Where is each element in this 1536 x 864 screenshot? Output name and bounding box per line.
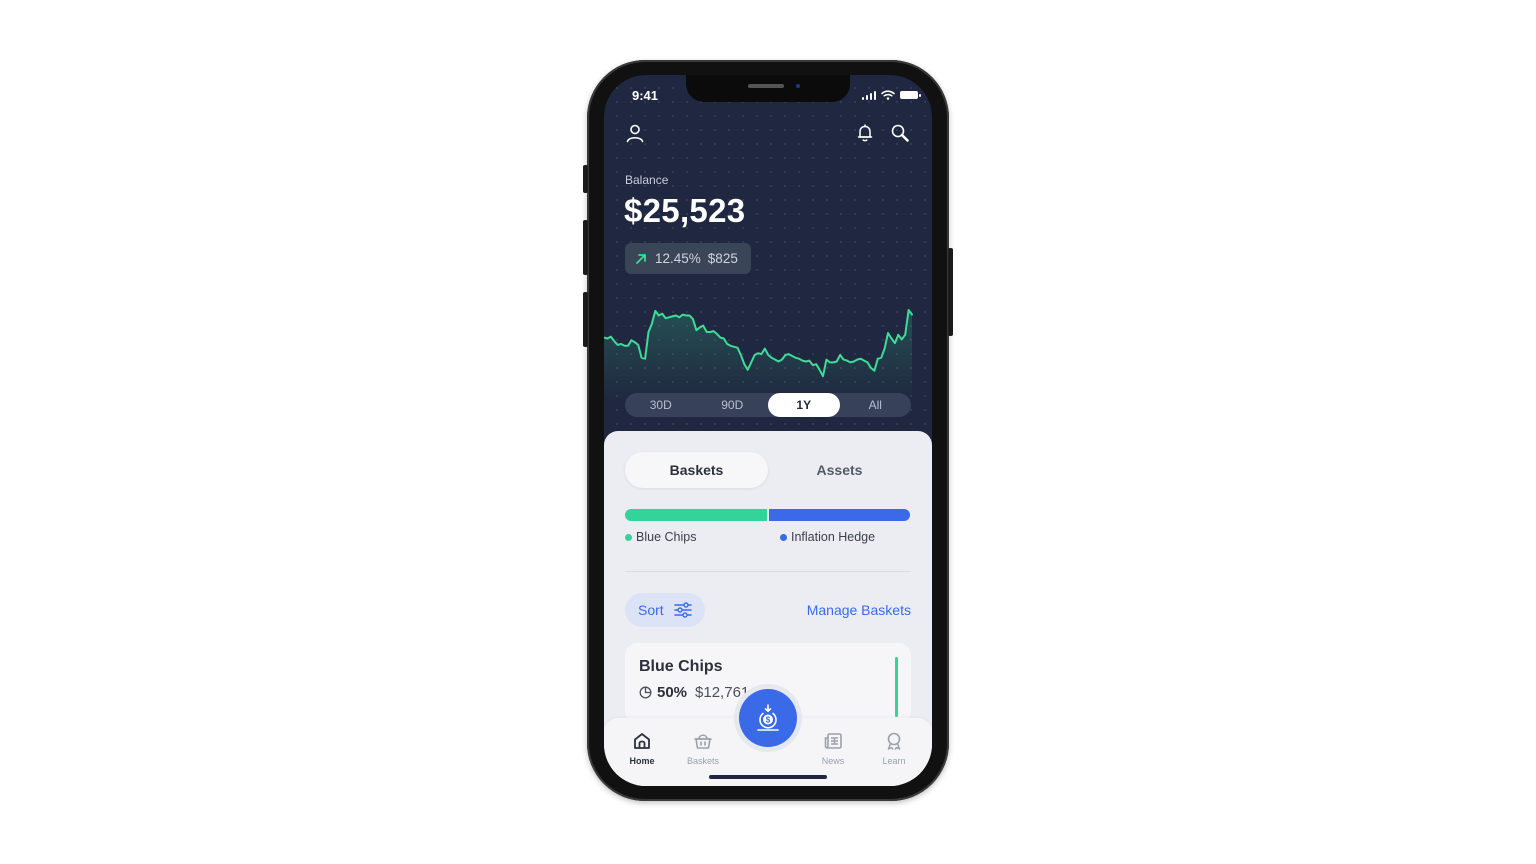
volume-up-button	[583, 220, 588, 275]
wifi-icon	[881, 90, 895, 100]
phone-frame: 9:41 Balance $25,523 12.45% $825 30D 90D…	[583, 60, 953, 801]
notch	[686, 75, 850, 102]
search-icon[interactable]	[890, 123, 910, 143]
tab-learn[interactable]: Learn	[869, 730, 919, 766]
allocation-bar	[625, 509, 910, 521]
legend-label: Inflation Hedge	[791, 530, 876, 544]
change-percent: 12.45%	[655, 251, 701, 266]
legend-dot	[780, 533, 787, 541]
power-button	[948, 248, 953, 336]
newspaper-icon	[824, 733, 842, 749]
deposit-money-icon: $	[757, 704, 779, 731]
tab-baskets[interactable]: Baskets	[678, 730, 728, 766]
allocation-segment-inflation-hedge	[768, 509, 910, 521]
period-90d[interactable]: 90D	[697, 393, 769, 417]
volume-down-button	[583, 292, 588, 347]
profile-icon[interactable]	[625, 123, 645, 143]
legend-label: Blue Chips	[636, 530, 697, 544]
legend-blue-chips: Blue Chips	[625, 530, 696, 544]
tab-label: News	[821, 756, 845, 766]
tab-label: Baskets	[686, 756, 719, 766]
period-selector: 30D 90D 1Y All	[625, 393, 911, 417]
balance-label: Balance	[625, 173, 669, 187]
basket-meta: 50% $12,761	[639, 684, 749, 701]
deposit-button[interactable]: $	[739, 689, 797, 747]
basket-percent: 50%	[657, 684, 688, 701]
tab-news[interactable]: News	[808, 730, 858, 766]
status-time: 9:41	[632, 88, 659, 103]
camera	[796, 84, 800, 88]
sliders-icon	[673, 602, 692, 618]
divider	[625, 571, 911, 572]
bell-icon[interactable]	[855, 123, 875, 143]
tab-label: Home	[629, 756, 655, 766]
speaker	[748, 84, 784, 88]
segment-control: Baskets Assets	[625, 452, 911, 488]
home-icon	[634, 733, 650, 749]
award-icon	[887, 732, 901, 750]
chart-area-fill	[604, 310, 912, 400]
manage-baskets-link[interactable]: Manage Baskets	[807, 602, 911, 618]
status-icons	[861, 90, 921, 100]
segment-assets[interactable]: Assets	[768, 452, 911, 488]
balance-value: $25,523	[624, 192, 746, 229]
period-30d[interactable]: 30D	[625, 393, 697, 417]
basket-name: Blue Chips	[639, 658, 723, 675]
sort-button[interactable]: Sort	[625, 593, 705, 627]
period-all[interactable]: All	[840, 393, 912, 417]
balance-chart	[604, 309, 913, 400]
segment-baskets[interactable]: Baskets	[625, 452, 768, 488]
period-1y[interactable]: 1Y	[768, 393, 840, 417]
tab-home[interactable]: Home	[617, 730, 667, 766]
screen: 9:41 Balance $25,523 12.45% $825 30D 90D…	[604, 75, 932, 786]
change-amount: $825	[707, 251, 738, 266]
stage: 9:41 Balance $25,523 12.45% $825 30D 90D…	[0, 0, 1536, 864]
basket-accent-bar	[895, 657, 898, 717]
legend-inflation-hedge: Inflation Hedge	[780, 530, 875, 544]
svg-text:$: $	[766, 716, 771, 725]
pie-chart-icon	[639, 686, 652, 699]
legend-dot	[625, 533, 632, 541]
basket-icon	[694, 734, 712, 749]
change-chip: 12.45% $825	[625, 243, 751, 274]
battery-icon	[900, 91, 921, 99]
mute-switch	[583, 165, 588, 193]
trend-up-icon	[636, 253, 646, 264]
home-indicator	[709, 775, 827, 779]
allocation-segment-blue-chips	[625, 509, 767, 521]
sort-label: Sort	[638, 602, 664, 618]
tab-label: Learn	[882, 756, 906, 766]
signal-icon	[861, 90, 876, 100]
